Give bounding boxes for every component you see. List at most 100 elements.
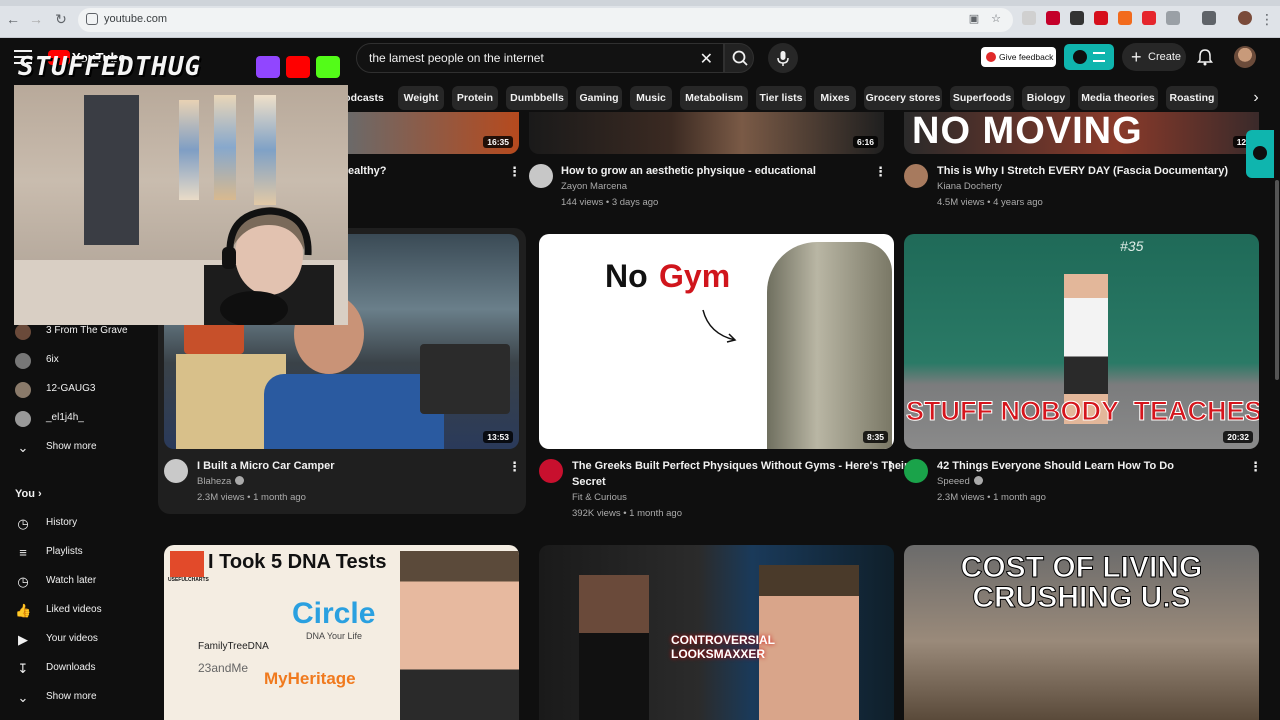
video-title[interactable]: I Built a Micro Car Camper: [197, 458, 335, 474]
more-options-icon[interactable]: ⋮: [884, 459, 897, 475]
extension-icon[interactable]: [1070, 11, 1084, 25]
video-thumbnail[interactable]: #35 STUFF NOBODY TEACHES YOU 20:32: [904, 234, 1259, 449]
sidebar-item-your-videos[interactable]: ▶ Your videos: [0, 628, 156, 656]
chip[interactable]: Gaming: [576, 86, 622, 110]
webcam-overlay: [14, 85, 348, 325]
more-options-icon[interactable]: ⋮: [508, 164, 521, 180]
sidebar-item-watch-later[interactable]: ◷ Watch later: [0, 570, 156, 598]
more-options-icon[interactable]: ⋮: [874, 164, 887, 180]
channel-name[interactable]: Kiana Docherty: [937, 179, 1002, 195]
channel-avatar[interactable]: [529, 164, 553, 188]
stream-overlay-logo: STUFFEDTHUG: [18, 52, 202, 82]
sidebar-show-more[interactable]: ⌄ Show more: [0, 686, 156, 714]
chevron-down-icon: ⌄: [17, 440, 29, 455]
sidebar-item-liked-videos[interactable]: 👍 Liked videos: [0, 599, 156, 627]
sidebar-subscription[interactable]: 6ix: [0, 349, 156, 377]
subscription-label: 3 From The Grave: [46, 325, 128, 336]
list-icon: [1093, 52, 1105, 62]
extension-icon[interactable]: [1118, 11, 1132, 25]
chip[interactable]: Roasting: [1166, 86, 1218, 110]
chip[interactable]: Music: [630, 86, 672, 110]
video-title-line2[interactable]: Secret: [572, 474, 606, 490]
sidebar-item-downloads[interactable]: ↧ Downloads: [0, 657, 156, 685]
channel-avatar[interactable]: [539, 459, 563, 483]
sidebar-item-label: Your videos: [46, 633, 98, 644]
page-scrollbar[interactable]: [1274, 80, 1280, 720]
video-thumbnail[interactable]: USEFULCHARTS I Took 5 DNA Tests FamilyTr…: [164, 545, 519, 720]
forward-icon[interactable]: →: [27, 10, 45, 28]
clear-search-icon[interactable]: ✕: [700, 49, 713, 69]
side-panel-icon[interactable]: [1202, 11, 1216, 25]
video-title[interactable]: This is Why I Stretch EVERY DAY (Fascia …: [937, 163, 1228, 179]
sidebar-item-history[interactable]: ◷ History: [0, 512, 156, 540]
show-more-label: Show more: [46, 691, 97, 702]
video-thumbnail[interactable]: 6:16: [529, 112, 884, 154]
search-input[interactable]: the lamest people on the internet ✕: [356, 43, 724, 73]
channel-avatar[interactable]: [904, 164, 928, 188]
site-info-icon[interactable]: [86, 13, 98, 25]
channel-avatar[interactable]: [164, 459, 188, 483]
statue-image: [767, 242, 892, 449]
browser-menu-icon[interactable]: ⋮: [1258, 10, 1276, 28]
video-title[interactable]: The Greeks Built Perfect Physiques Witho…: [572, 458, 908, 474]
account-avatar[interactable]: [1234, 46, 1256, 68]
voice-search-button[interactable]: [768, 43, 798, 73]
badge-text: USEFULCHARTS: [168, 577, 209, 583]
channel-name[interactable]: Fit & Curious: [572, 490, 627, 506]
verified-badge-icon: [973, 476, 983, 485]
more-options-icon[interactable]: ⋮: [1249, 459, 1262, 475]
extension-side-tab[interactable]: [1246, 130, 1274, 178]
video-title[interactable]: How to grow an aesthetic physique - educ…: [561, 163, 816, 179]
chip[interactable]: Superfoods: [950, 86, 1014, 110]
address-bar[interactable]: youtube.com: [78, 8, 1013, 32]
reload-icon[interactable]: ↻: [52, 10, 70, 28]
video-thumbnail[interactable]: 16:35: [346, 112, 519, 154]
sidebar-show-more[interactable]: ⌄ Show more: [0, 436, 156, 464]
chip[interactable]: Grocery stores: [864, 86, 942, 110]
channel-avatar[interactable]: [904, 459, 928, 483]
extensions-puzzle-icon[interactable]: [1166, 11, 1180, 25]
url-text: youtube.com: [104, 13, 167, 25]
chip[interactable]: Weight: [398, 86, 444, 110]
sidebar-item-playlists[interactable]: ≡ Playlists: [0, 541, 156, 569]
chip[interactable]: Media theories: [1078, 86, 1158, 110]
video-title[interactable]: ealthy?: [348, 163, 387, 179]
channel-name[interactable]: Blaheza: [197, 474, 245, 490]
extension-icon[interactable]: [1022, 11, 1036, 25]
search-button[interactable]: [724, 43, 754, 73]
kick-icon: [316, 56, 340, 78]
profile-avatar-icon[interactable]: [1238, 11, 1252, 25]
chip[interactable]: Tier lists: [756, 86, 806, 110]
chip[interactable]: Biology: [1022, 86, 1070, 110]
video-thumbnail[interactable]: COST OF LIVING CRUSHING U.S: [904, 545, 1259, 720]
subscription-label: 6ix: [46, 354, 59, 365]
scrollbar-thumb[interactable]: [1275, 180, 1279, 380]
verified-badge-icon: [235, 476, 245, 485]
notifications-bell-icon[interactable]: [1196, 48, 1214, 66]
chip[interactable]: Dumbbells: [506, 86, 568, 110]
cast-icon[interactable]: ▣: [968, 13, 980, 25]
video-thumbnail[interactable]: NO MOVING 12:: [904, 112, 1259, 154]
video-thumbnail[interactable]: No Gym 8:35: [539, 234, 894, 449]
create-button[interactable]: + Create: [1122, 43, 1186, 71]
give-feedback-button[interactable]: Give feedback: [981, 47, 1056, 67]
video-title[interactable]: 42 Things Everyone Should Learn How To D…: [937, 458, 1174, 474]
chips-next-arrow-icon[interactable]: ›: [1246, 86, 1266, 110]
more-options-icon[interactable]: ⋮: [508, 459, 521, 475]
sidebar-subscription[interactable]: 12-GAUG3: [0, 378, 156, 406]
extension-icon[interactable]: [1046, 11, 1060, 25]
extension-icon[interactable]: [1142, 11, 1156, 25]
chip[interactable]: Metabolism: [680, 86, 748, 110]
sidebar-you-header[interactable]: You ›: [15, 488, 42, 500]
chip[interactable]: Protein: [452, 86, 498, 110]
channel-name[interactable]: Zayon Marcena: [561, 179, 627, 195]
brand-label: Circle: [292, 597, 376, 630]
back-icon[interactable]: ←: [4, 10, 22, 28]
video-thumbnail[interactable]: CONTROVERSIAL LOOKSMAXXER: [539, 545, 894, 720]
bookmark-star-icon[interactable]: ☆: [990, 13, 1002, 25]
channel-name[interactable]: Speeed: [937, 474, 983, 490]
sidebar-subscription[interactable]: _el1j4h_: [0, 407, 156, 435]
extension-button[interactable]: [1064, 44, 1114, 70]
chip[interactable]: Mixes: [814, 86, 856, 110]
extension-icon[interactable]: [1094, 11, 1108, 25]
